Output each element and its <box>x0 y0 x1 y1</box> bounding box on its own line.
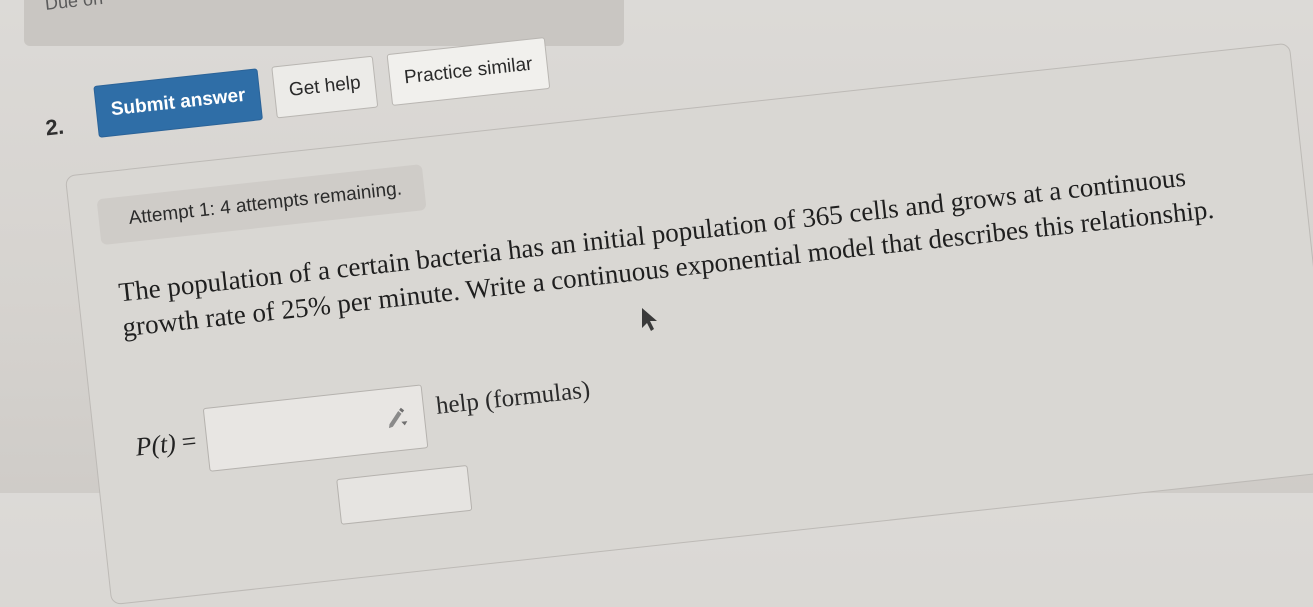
mouse-pointer-icon <box>642 308 657 331</box>
equals-sign: = <box>180 426 198 457</box>
practice-similar-button[interactable]: Practice similar <box>386 37 551 106</box>
get-help-button[interactable]: Get help <box>271 55 379 119</box>
question-toolbar: Submit answer Get help Practice similar <box>93 37 551 138</box>
secondary-input-box[interactable] <box>336 464 473 525</box>
question-number: 2. <box>44 113 66 141</box>
help-formulas-link[interactable]: help (formulas) <box>435 376 592 421</box>
attempt-status: Attempt 1: 4 attempts remaining. <box>96 164 427 246</box>
pencil-dropdown-icon[interactable] <box>385 405 411 429</box>
question-card: Attempt 1: 4 attempts remaining. The pop… <box>64 42 1313 606</box>
function-label: P(t) <box>133 428 178 462</box>
answer-label: P(t) = <box>134 426 198 462</box>
answer-input[interactable] <box>202 384 429 472</box>
answer-row: P(t) = help (formulas) <box>132 366 594 479</box>
submit-answer-button[interactable]: Submit answer <box>93 68 264 138</box>
